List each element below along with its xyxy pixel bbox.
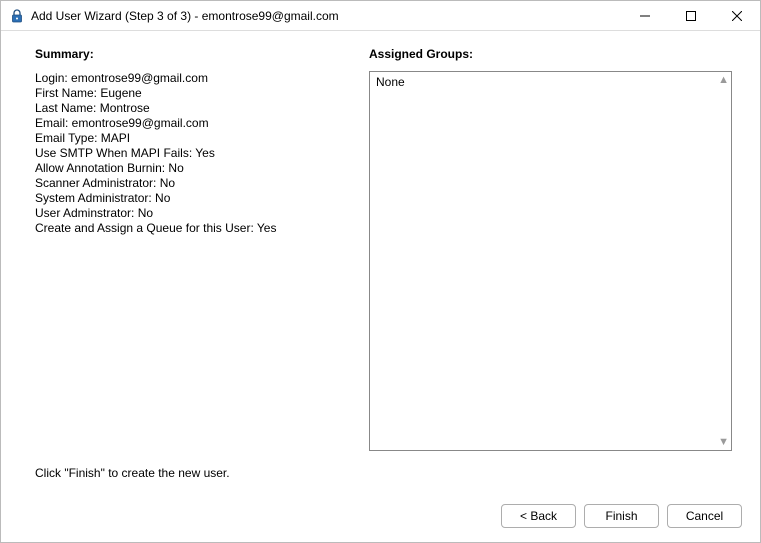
- scroll-down-icon[interactable]: ▼: [718, 436, 729, 448]
- back-button[interactable]: < Back: [501, 504, 576, 528]
- summary-line: Create and Assign a Queue for this User:…: [35, 221, 345, 236]
- cancel-button[interactable]: Cancel: [667, 504, 742, 528]
- assigned-groups-content: None: [376, 75, 405, 89]
- summary-line: Last Name: Montrose: [35, 101, 345, 116]
- summary-line: Email Type: MAPI: [35, 131, 345, 146]
- finish-button[interactable]: Finish: [584, 504, 659, 528]
- close-button[interactable]: [714, 1, 760, 30]
- window-controls: [622, 1, 760, 30]
- assigned-groups-panel: Assigned Groups: None ▲ ▼: [369, 47, 732, 451]
- lock-icon: [9, 8, 25, 24]
- summary-line: First Name: Eugene: [35, 86, 345, 101]
- window-title: Add User Wizard (Step 3 of 3) - emontros…: [31, 9, 339, 23]
- summary-line: Use SMTP When MAPI Fails: Yes: [35, 146, 345, 161]
- assigned-groups-listbox[interactable]: None ▲ ▼: [369, 71, 732, 451]
- summary-line: Scanner Administrator: No: [35, 176, 345, 191]
- scroll-up-icon[interactable]: ▲: [718, 74, 729, 86]
- summary-list: Login: emontrose99@gmail.comFirst Name: …: [35, 71, 345, 236]
- summary-line: User Adminstrator: No: [35, 206, 345, 221]
- summary-heading: Summary:: [35, 47, 345, 61]
- maximize-button[interactable]: [668, 1, 714, 30]
- summary-line: Allow Annotation Burnin: No: [35, 161, 345, 176]
- summary-line: System Administrator: No: [35, 191, 345, 206]
- minimize-button[interactable]: [622, 1, 668, 30]
- summary-line: Email: emontrose99@gmail.com: [35, 116, 345, 131]
- titlebar: Add User Wizard (Step 3 of 3) - emontros…: [1, 1, 760, 31]
- content-area: Summary: Login: emontrose99@gmail.comFir…: [1, 31, 760, 542]
- hint-text: Click "Finish" to create the new user.: [35, 466, 230, 480]
- assigned-groups-heading: Assigned Groups:: [369, 47, 732, 61]
- summary-panel: Summary: Login: emontrose99@gmail.comFir…: [35, 47, 345, 451]
- footer-buttons: < Back Finish Cancel: [501, 504, 742, 528]
- summary-line: Login: emontrose99@gmail.com: [35, 71, 345, 86]
